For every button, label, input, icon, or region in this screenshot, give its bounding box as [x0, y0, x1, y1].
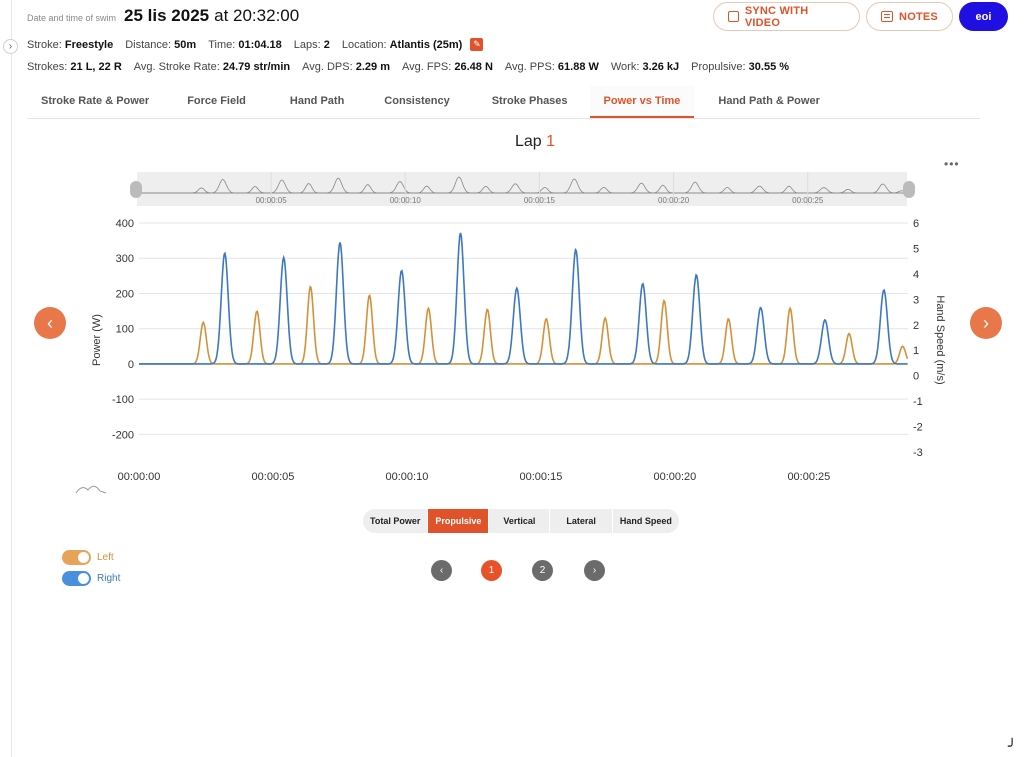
navigator-tick-label: 00:00:20	[658, 196, 690, 205]
y2-axis-title: Hand Speed (m/s)	[934, 295, 946, 384]
y-tick-label: 400	[116, 218, 134, 230]
toggle-hand-speed[interactable]: Hand Speed	[613, 509, 679, 533]
x-tick-label: 00:00:00	[118, 471, 161, 483]
x-axis-ticks: 00:00:00 00:00:05 00:00:10 00:00:15 00:00:20…	[118, 471, 831, 483]
navigator-tick-label: 00:00:15	[524, 196, 556, 205]
navigator-handle-right[interactable]	[903, 181, 915, 198]
y2-tick-label: 6	[913, 218, 919, 230]
y2-tick-label: -3	[913, 447, 923, 459]
navigator-tick-label: 00:00:05	[256, 196, 288, 205]
y2-tick-label: -2	[913, 422, 923, 434]
pager-page-2[interactable]: 2	[532, 560, 553, 581]
pager-page-1[interactable]: 1	[481, 560, 502, 581]
x-tick-label: 00:00:25	[787, 471, 830, 483]
x-tick-label: 00:00:10	[386, 471, 429, 483]
y2-tick-label: 2	[913, 320, 919, 332]
chevron-right-icon: ›	[592, 565, 597, 576]
toggle-total-power[interactable]: Total Power	[363, 509, 429, 533]
metric-toggle-group: Total Power Propulsive Vertical Lateral …	[363, 509, 679, 533]
x-tick-label: 00:00:05	[252, 471, 295, 483]
x-tick-label: 00:00:15	[520, 471, 563, 483]
y-tick-label: 0	[128, 359, 134, 371]
lap-pager: ‹ 1 2 ›	[0, 560, 1024, 582]
resize-corner-icon: ╯	[1008, 738, 1017, 754]
y2-tick-label: -1	[913, 396, 923, 408]
y-axis-ticks: 400 300 200 100 0 -100 -200	[112, 218, 134, 441]
y-axis-title: Power (W)	[91, 314, 103, 366]
x-tick-label: 00:00:20	[653, 471, 696, 483]
time-navigator[interactable]: 00:00:05 00:00:10 00:00:15 00:00:20 00:00:25	[130, 172, 915, 206]
power-vs-time-chart: 00:00:05 00:00:10 00:00:15 00:00:20 00:00:25…	[75, 172, 946, 494]
navigator-tick-label: 00:00:10	[390, 196, 422, 205]
y-tick-label: -100	[112, 394, 134, 406]
y-tick-label: 200	[116, 288, 134, 300]
plot-area	[139, 232, 909, 365]
y2-tick-label: 4	[913, 269, 919, 281]
reset-zoom-icon[interactable]	[75, 485, 107, 494]
y2-tick-label: 1	[913, 345, 919, 357]
y2-axis-ticks: 6 5 4 3 2 1 0 -1 -2 -3	[913, 218, 923, 459]
chevron-left-icon: ‹	[439, 565, 444, 576]
series-line-right	[139, 232, 908, 365]
toggle-vertical[interactable]: Vertical	[489, 509, 551, 533]
y2-tick-label: 3	[913, 294, 919, 306]
navigator-handle-left[interactable]	[130, 181, 142, 198]
pager-next-button[interactable]: ›	[584, 560, 605, 581]
pager-prev-button[interactable]: ‹	[431, 560, 452, 581]
toggle-lateral[interactable]: Lateral	[550, 509, 613, 533]
y-tick-label: 300	[116, 253, 134, 265]
y2-tick-label: 0	[913, 371, 919, 383]
y2-tick-label: 5	[913, 243, 919, 255]
toggle-propulsive[interactable]: Propulsive	[428, 509, 490, 533]
y-tick-label: -200	[112, 429, 134, 441]
y-tick-label: 100	[116, 324, 134, 336]
navigator-tick-label: 00:00:25	[792, 196, 824, 205]
